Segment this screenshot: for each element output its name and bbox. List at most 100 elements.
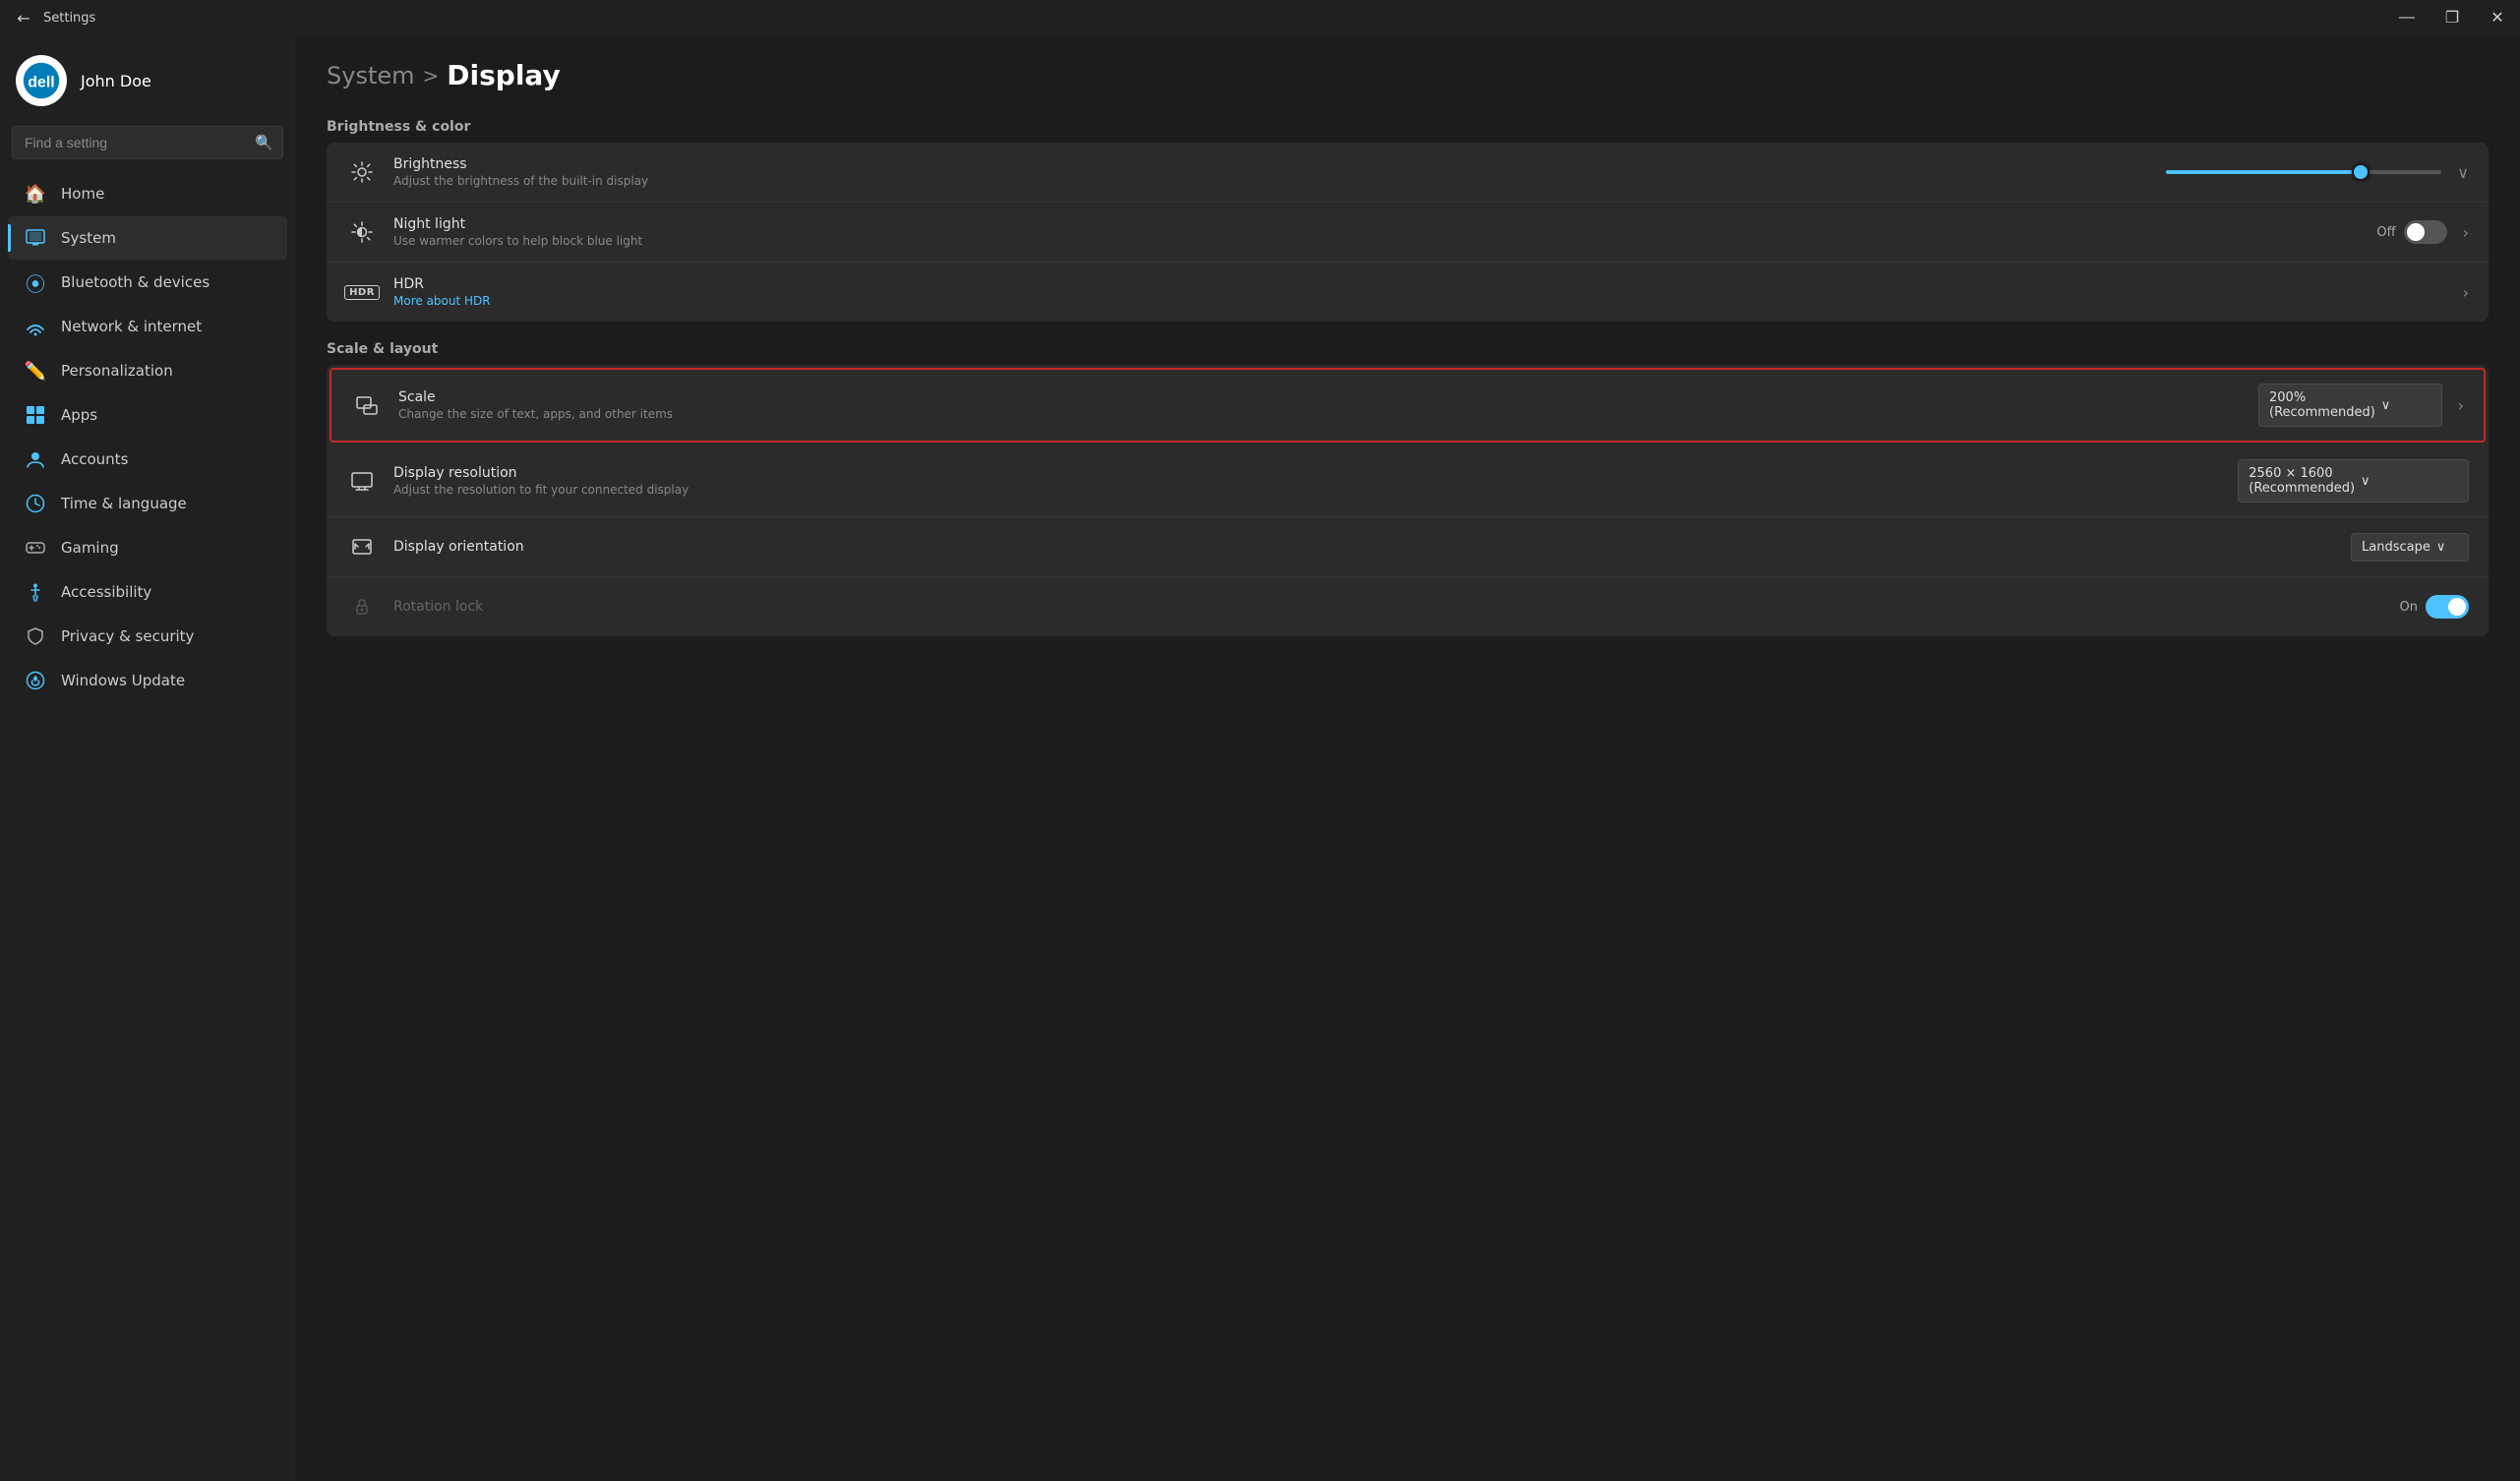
personalization-icon: ✏️ — [24, 359, 47, 383]
breadcrumb-parent[interactable]: System — [327, 62, 415, 89]
scale-control: 200% (Recommended) ∨ — [2258, 384, 2442, 427]
accessibility-icon — [24, 580, 47, 604]
search-icon[interactable]: 🔍 — [255, 134, 273, 151]
page-header: System > Display — [327, 59, 2489, 91]
resolution-dropdown-chevron: ∨ — [2361, 474, 2458, 489]
brightness-control — [2166, 170, 2441, 174]
search-input[interactable] — [12, 126, 283, 159]
sidebar-item-label: Windows Update — [61, 672, 185, 689]
titlebar-title: Settings — [43, 11, 95, 26]
accounts-icon — [24, 447, 47, 471]
night-light-title: Night light — [393, 216, 2361, 232]
avatar: dell — [16, 55, 67, 106]
scale-icon — [351, 389, 383, 421]
back-button[interactable]: ← — [12, 6, 35, 30]
update-icon — [24, 669, 47, 692]
hdr-row[interactable]: HDR HDR More about HDR › — [327, 263, 2489, 322]
resolution-desc: Adjust the resolution to fit your connec… — [393, 483, 2222, 497]
brightness-row[interactable]: Brightness Adjust the brightness of the … — [327, 143, 2489, 203]
hdr-desc-link[interactable]: More about HDR — [393, 294, 2447, 308]
resolution-dropdown[interactable]: 2560 × 1600 (Recommended) ∨ — [2238, 459, 2469, 503]
resolution-control: 2560 × 1600 (Recommended) ∨ — [2238, 459, 2469, 503]
resolution-text: Display resolution Adjust the resolution… — [393, 465, 2222, 497]
rotation-lock-toggle — [2426, 595, 2469, 619]
bluetooth-icon: ⦿ — [24, 270, 47, 294]
maximize-button[interactable]: ❐ — [2430, 0, 2475, 35]
sidebar-item-privacy[interactable]: Privacy & security — [8, 615, 287, 658]
sidebar-item-windows-update[interactable]: Windows Update — [8, 659, 287, 702]
system-icon — [24, 226, 47, 250]
hdr-text: HDR More about HDR — [393, 276, 2447, 308]
breadcrumb-separator: > — [423, 64, 440, 88]
sidebar-item-apps[interactable]: Apps — [8, 393, 287, 437]
orientation-row[interactable]: Display orientation Landscape ∨ — [327, 517, 2489, 577]
hdr-icon: HDR — [346, 276, 378, 308]
apps-icon — [24, 403, 47, 427]
sidebar-item-personalization[interactable]: ✏️ Personalization — [8, 349, 287, 392]
night-light-toggle-label: Off — [2376, 225, 2395, 240]
resolution-row[interactable]: Display resolution Adjust the resolution… — [327, 445, 2489, 517]
resolution-icon — [346, 465, 378, 497]
privacy-icon — [24, 624, 47, 648]
scale-dropdown-value: 200% (Recommended) — [2269, 390, 2375, 420]
sidebar-item-bluetooth[interactable]: ⦿ Bluetooth & devices — [8, 261, 287, 304]
titlebar-controls: — ❐ ✕ — [2384, 0, 2520, 35]
resolution-dropdown-value: 2560 × 1600 (Recommended) — [2249, 466, 2355, 496]
scale-layout-section: Scale & layout Scale Change the size of … — [327, 341, 2489, 636]
home-icon: 🏠 — [24, 182, 47, 206]
hdr-chevron: › — [2463, 283, 2469, 302]
sidebar-username: John Doe — [81, 72, 151, 90]
night-light-control: Off — [2376, 220, 2446, 244]
sidebar-item-label: Personalization — [61, 362, 173, 380]
main-content: System > Display Brightness & color — [295, 35, 2520, 1481]
orientation-control: Landscape ∨ — [2351, 533, 2469, 562]
night-light-icon — [346, 216, 378, 248]
sidebar-item-gaming[interactable]: Gaming — [8, 526, 287, 569]
minimize-button[interactable]: — — [2384, 0, 2430, 35]
titlebar-left: ← Settings — [12, 6, 95, 30]
sidebar-item-accounts[interactable]: Accounts — [8, 438, 287, 481]
sidebar-item-label: System — [61, 229, 116, 247]
sidebar-item-label: Gaming — [61, 539, 119, 557]
brightness-text: Brightness Adjust the brightness of the … — [393, 156, 2150, 188]
scale-row[interactable]: Scale Change the size of text, apps, and… — [330, 368, 2486, 443]
sidebar-item-accessibility[interactable]: Accessibility — [8, 570, 287, 614]
night-light-text: Night light Use warmer colors to help bl… — [393, 216, 2361, 248]
sidebar-item-label: Accessibility — [61, 583, 151, 601]
sidebar-item-label: Home — [61, 185, 104, 203]
sidebar: dell John Doe 🔍 🏠 Home — [0, 35, 295, 1481]
scale-dropdown-chevron: ∨ — [2381, 398, 2431, 413]
brightness-chevron: ∨ — [2457, 163, 2469, 182]
night-light-row[interactable]: Night light Use warmer colors to help bl… — [327, 203, 2489, 263]
sidebar-item-label: Accounts — [61, 450, 128, 468]
sidebar-item-system[interactable]: System — [8, 216, 287, 260]
close-button[interactable]: ✕ — [2475, 0, 2520, 35]
gaming-icon — [24, 536, 47, 560]
night-light-toggle[interactable] — [2404, 220, 2447, 244]
scale-text: Scale Change the size of text, apps, and… — [398, 389, 2243, 421]
rotation-lock-title: Rotation lock — [393, 599, 2384, 615]
brightness-slider[interactable] — [2166, 170, 2441, 174]
section-title-brightness: Brightness & color — [327, 119, 2489, 135]
rotation-lock-icon — [346, 591, 378, 622]
orientation-dropdown[interactable]: Landscape ∨ — [2351, 533, 2469, 562]
orientation-dropdown-chevron: ∨ — [2436, 540, 2458, 555]
sidebar-nav: 🏠 Home System ⦿ Bluetooth & devices — [0, 171, 295, 703]
time-icon — [24, 492, 47, 515]
scale-dropdown[interactable]: 200% (Recommended) ∨ — [2258, 384, 2442, 427]
toggle-thumb — [2407, 223, 2425, 241]
rotation-lock-row: Rotation lock On — [327, 577, 2489, 636]
sidebar-item-time[interactable]: Time & language — [8, 482, 287, 525]
sidebar-item-label: Time & language — [61, 495, 187, 512]
brightness-color-section: Brightness & color — [327, 119, 2489, 322]
sidebar-item-network[interactable]: Network & internet — [8, 305, 287, 348]
brightness-icon — [346, 156, 378, 188]
sidebar-item-label: Bluetooth & devices — [61, 273, 210, 291]
section-title-scale: Scale & layout — [327, 341, 2489, 357]
brightness-title: Brightness — [393, 156, 2150, 172]
rotation-lock-text: Rotation lock — [393, 599, 2384, 615]
orientation-title: Display orientation — [393, 539, 2335, 555]
rotation-lock-toggle-label: On — [2400, 600, 2418, 615]
sidebar-item-home[interactable]: 🏠 Home — [8, 172, 287, 215]
resolution-title: Display resolution — [393, 465, 2222, 481]
